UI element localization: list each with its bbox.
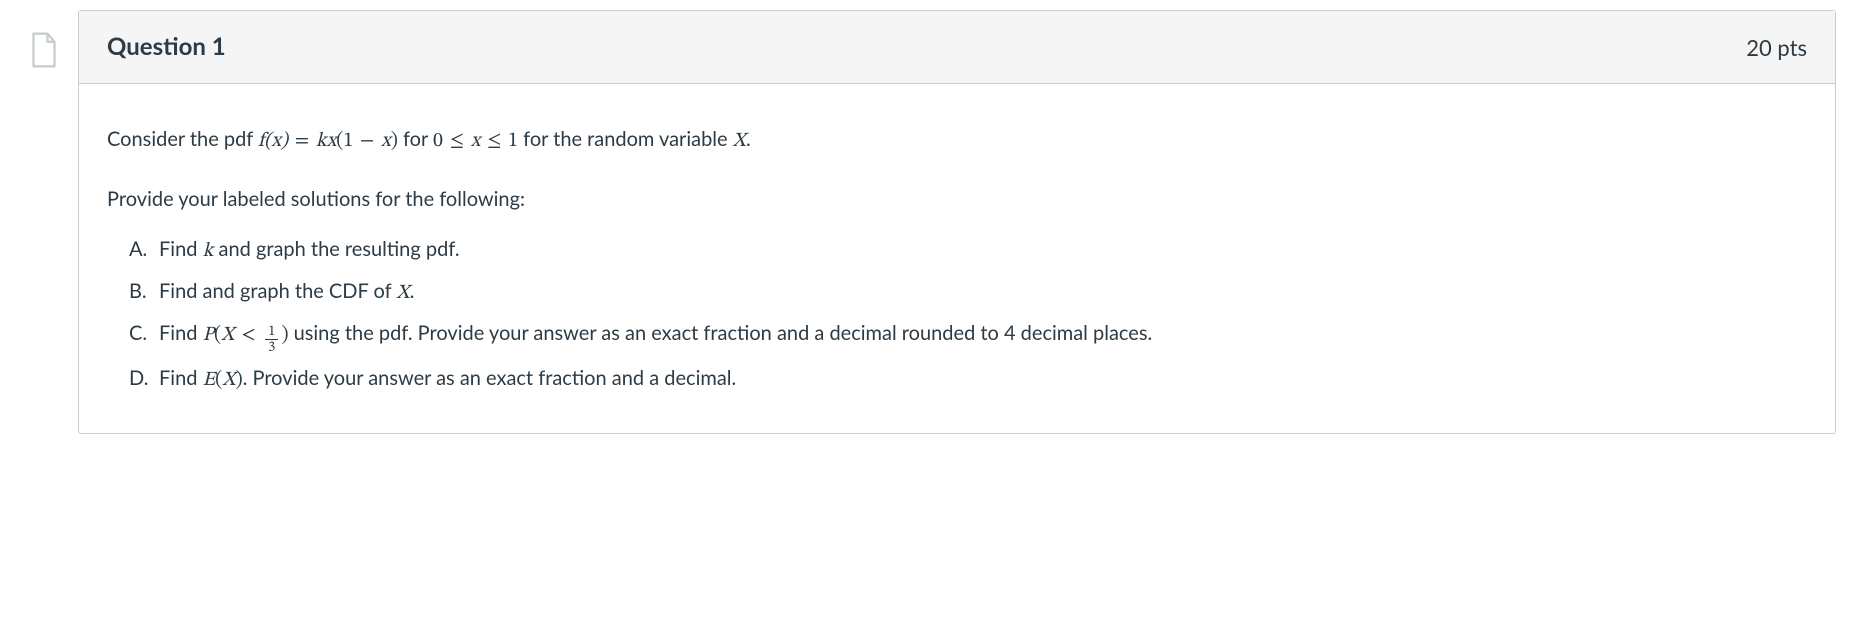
text: Find bbox=[159, 237, 203, 261]
math-X: X bbox=[396, 283, 409, 303]
question-card: Question 1 20 pts Consider the pdf f(x) … bbox=[78, 10, 1836, 434]
math-k: k bbox=[203, 241, 214, 261]
part-marker: B. bbox=[129, 274, 147, 308]
fraction-one-third: 13 bbox=[265, 325, 278, 356]
text: and graph the resulting pdf. bbox=[213, 237, 459, 261]
question-body: Consider the pdf f(x) = kx(1 − x) for 0 … bbox=[79, 84, 1835, 433]
math-range: 0 ≤ x ≤ 1 bbox=[433, 131, 518, 151]
instruction-text: Provide your labeled solutions for the f… bbox=[107, 184, 1807, 214]
question-title: Question 1 bbox=[107, 29, 226, 65]
parts-list: A. Find k and graph the resulting pdf. B… bbox=[107, 232, 1807, 397]
part-marker: D. bbox=[129, 361, 148, 395]
text: Find and graph the CDF of bbox=[159, 279, 396, 303]
part-a: A. Find k and graph the resulting pdf. bbox=[129, 232, 1807, 268]
part-c: C. Find P(X < 13) using the pdf. Provide… bbox=[129, 316, 1807, 355]
text: . Provide your answer as an exact fracti… bbox=[243, 366, 737, 390]
part-marker: A. bbox=[129, 232, 147, 266]
math-prob: P(X < 13) bbox=[203, 325, 289, 345]
text: using the pdf. Provide your answer as an… bbox=[288, 321, 1152, 345]
text: for the random variable bbox=[518, 127, 733, 151]
text: for bbox=[398, 127, 433, 151]
text: . bbox=[410, 279, 415, 303]
question-wrapper: Question 1 20 pts Consider the pdf f(x) … bbox=[20, 10, 1836, 434]
text: Find bbox=[159, 366, 203, 390]
text: Consider the pdf bbox=[107, 127, 258, 151]
math-f-of-x: f(x) = kx(1 − x) bbox=[258, 131, 398, 151]
math-expectation: E(X) bbox=[203, 370, 243, 390]
math-X: X bbox=[733, 131, 746, 151]
question-header: Question 1 20 pts bbox=[79, 11, 1835, 84]
question-points: 20 pts bbox=[1746, 31, 1807, 64]
question-prompt: Consider the pdf f(x) = kx(1 − x) for 0 … bbox=[107, 124, 1807, 156]
part-d: D. Find E(X). Provide your answer as an … bbox=[129, 361, 1807, 397]
text: Find bbox=[159, 321, 203, 345]
document-icon bbox=[30, 32, 58, 68]
text: . bbox=[746, 127, 751, 151]
part-marker: C. bbox=[129, 316, 147, 350]
part-b: B. Find and graph the CDF of X. bbox=[129, 274, 1807, 310]
